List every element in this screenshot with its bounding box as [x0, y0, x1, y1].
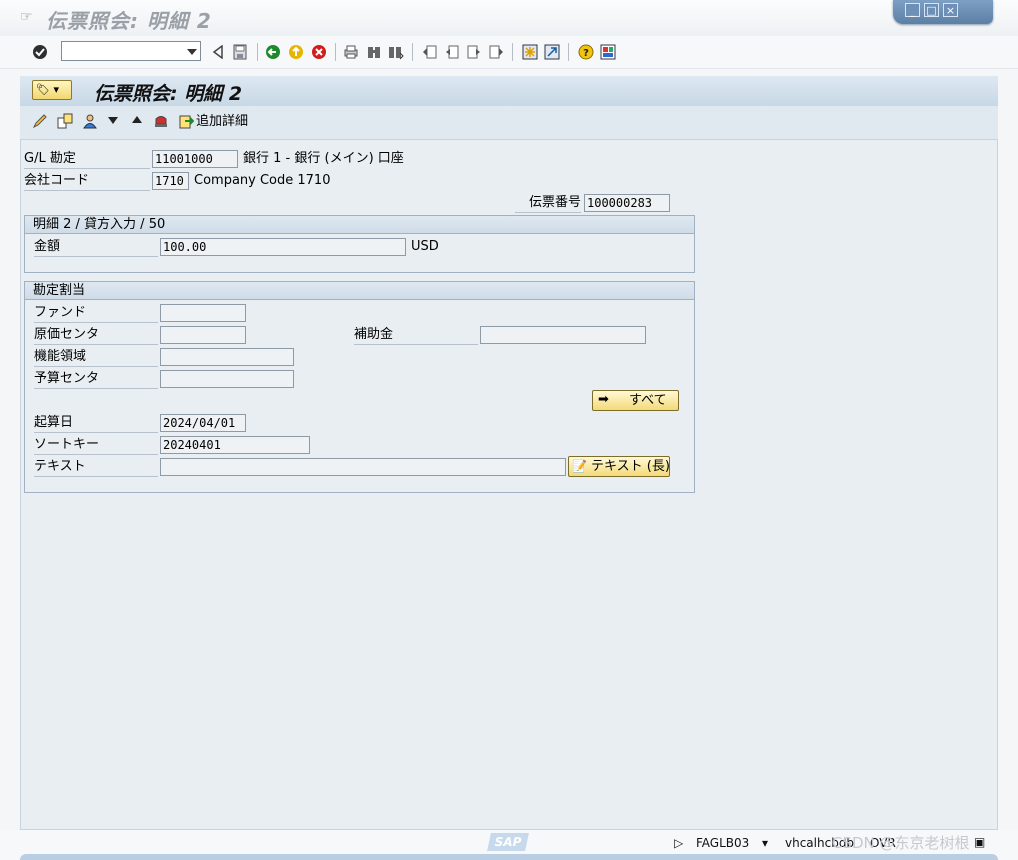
document-overview-icon[interactable]	[56, 113, 74, 131]
amount-label: 金額	[34, 238, 158, 257]
watermark: CSDN @东京老树根	[832, 834, 970, 852]
help-icon[interactable]: ?	[577, 43, 595, 61]
cancel-icon[interactable]	[310, 43, 328, 61]
budget-center-label: 予算センタ	[34, 370, 158, 389]
screen-options-button[interactable]: 🏷 ▾	[32, 80, 72, 100]
find-icon[interactable]	[365, 43, 383, 61]
window-controls: _ □ ×	[893, 0, 993, 24]
functional-area-field[interactable]	[160, 348, 294, 366]
gl-account-text: 銀行 1 - 銀行 (メイン) 口座	[243, 151, 404, 166]
save-icon[interactable]	[231, 43, 249, 61]
window-title: 伝票照会: 明細 2	[46, 9, 212, 33]
sort-key-label: ソートキー	[34, 436, 158, 455]
back-icon[interactable]	[264, 43, 282, 61]
currency-text: USD	[411, 239, 439, 254]
fund-field[interactable]	[160, 304, 246, 322]
item-group-title: 明細 2 / 貸方入力 / 50	[25, 216, 694, 234]
company-code-field[interactable]: 1710	[152, 172, 189, 190]
grant-field[interactable]	[480, 326, 646, 344]
document-number-field[interactable]: 100000283	[584, 194, 670, 212]
screen-menu-icon[interactable]: ☞	[20, 10, 36, 24]
gl-account-field[interactable]: 11001000	[152, 150, 238, 168]
value-date-field[interactable]: 2024/04/01	[160, 414, 246, 432]
previous-item-icon[interactable]	[128, 113, 146, 131]
toolbar-separator	[512, 43, 513, 61]
toolbar-separator	[257, 43, 258, 61]
edit-pencil-icon[interactable]	[31, 113, 49, 131]
sap-logo: SAP	[487, 833, 529, 851]
long-text-button-label: テキスト (長)	[591, 459, 670, 474]
standard-toolbar: ?	[0, 36, 1018, 69]
previous-page-icon[interactable]	[443, 43, 461, 61]
display-currency-icon[interactable]	[152, 113, 170, 131]
document-number-label: 伝票番号	[515, 194, 581, 213]
toolbar-separator	[412, 43, 413, 61]
bottom-frame	[20, 854, 998, 860]
user-icon[interactable]	[81, 113, 99, 131]
text-label: テキスト	[34, 458, 158, 477]
all-button[interactable]: ➡ すべて	[592, 390, 679, 411]
status-expand-icon[interactable]: ▷	[674, 835, 683, 851]
cost-center-field[interactable]	[160, 326, 246, 344]
maximize-icon[interactable]: □	[924, 3, 939, 17]
value-date-label: 起算日	[34, 414, 158, 433]
company-code-text: Company Code 1710	[194, 173, 331, 188]
sort-key-field[interactable]: 20240401	[160, 436, 310, 454]
command-field[interactable]	[61, 41, 201, 61]
toolbar-separator	[568, 43, 569, 61]
text-field[interactable]	[160, 458, 566, 476]
next-item-icon[interactable]	[104, 113, 122, 131]
lock-icon: ▣	[974, 835, 986, 849]
budget-center-field[interactable]	[160, 370, 294, 388]
minimize-icon[interactable]: _	[905, 3, 920, 17]
exit-icon[interactable]	[287, 43, 305, 61]
last-page-icon[interactable]	[487, 43, 505, 61]
additional-details-button[interactable]: 追加詳細	[196, 113, 248, 131]
fund-label: ファンド	[34, 304, 158, 323]
grant-label: 補助金	[354, 326, 478, 345]
arrow-right-icon: ➡	[598, 392, 609, 407]
toolbar-separator	[335, 43, 336, 61]
svg-text:?: ?	[583, 48, 589, 59]
layout-icon[interactable]	[599, 43, 617, 61]
additional-details-icon[interactable]	[177, 113, 195, 131]
shortcut-icon[interactable]	[543, 43, 561, 61]
print-icon[interactable]	[342, 43, 360, 61]
find-next-icon[interactable]	[387, 43, 405, 61]
back-arrow-icon[interactable]	[209, 43, 227, 61]
next-page-icon[interactable]	[465, 43, 483, 61]
company-code-label: 会社コード	[24, 172, 150, 191]
page-title: 伝票照会: 明細 2	[94, 83, 243, 105]
cost-center-label: 原価センタ	[34, 326, 158, 345]
transaction-code: FAGLB03	[696, 836, 750, 850]
close-icon[interactable]: ×	[943, 3, 958, 17]
gl-account-label: G/L 勘定	[24, 150, 150, 169]
chevron-down-icon[interactable]	[187, 49, 197, 55]
first-page-icon[interactable]	[421, 43, 439, 61]
long-text-icon: 📝	[572, 459, 587, 473]
amount-field[interactable]: 100.00	[160, 238, 406, 256]
long-text-button[interactable]: 📝 テキスト (長)	[568, 456, 670, 477]
functional-area-label: 機能領域	[34, 348, 158, 367]
enter-icon[interactable]	[31, 43, 49, 61]
all-button-label: すべて	[629, 393, 667, 408]
account-assignment-group-title: 勘定割当	[25, 282, 694, 300]
chevron-down-icon[interactable]: ▾	[762, 835, 768, 851]
new-session-icon[interactable]	[521, 43, 539, 61]
